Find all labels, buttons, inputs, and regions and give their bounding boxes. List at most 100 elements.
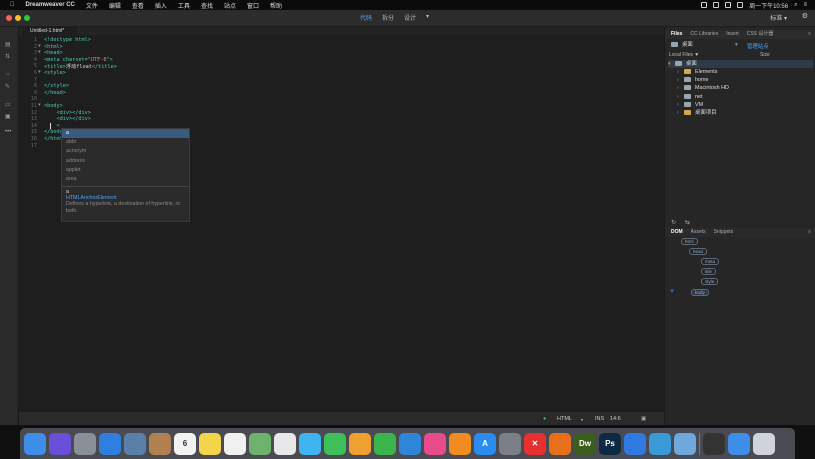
dock-app-store-icon[interactable]: A (474, 432, 496, 455)
dock-keynote-icon[interactable] (399, 432, 421, 455)
expand-all-icon[interactable]: ↔ (5, 71, 11, 77)
clock[interactable]: 周一下午10:56 (749, 1, 788, 10)
menu-item[interactable]: 帮助 (270, 1, 282, 10)
view-split-tab[interactable]: 拆分 (382, 13, 394, 22)
input-method-icon[interactable] (737, 2, 744, 8)
file-item[interactable]: › net (677, 93, 703, 101)
dock-system-preferences-icon[interactable] (499, 432, 521, 455)
document-type[interactable]: HTML (557, 416, 572, 422)
panel-tab[interactable]: CC Libraries (690, 30, 718, 39)
wrap-tag-icon[interactable]: ▣ (5, 113, 11, 120)
connect-icon[interactable]: ⇆ (685, 219, 690, 226)
panel-tab[interactable]: CSS 设计器 (747, 30, 774, 39)
menu-item[interactable]: 编辑 (109, 1, 121, 10)
dock-messages-icon[interactable] (299, 432, 321, 455)
panel-tab[interactable]: DOM (671, 228, 683, 237)
window-size-icon[interactable]: ▣ (641, 416, 646, 422)
chevron-right-icon[interactable]: › (677, 101, 684, 109)
dock-terminal-folder-icon[interactable] (703, 432, 725, 455)
status-icon[interactable] (701, 2, 708, 8)
lint-ok-icon[interactable]: ● (543, 416, 546, 422)
dock-photos-icon[interactable] (274, 432, 296, 455)
dom-node[interactable]: style (701, 278, 719, 285)
gear-icon[interactable]: ⚙ (802, 12, 808, 20)
dock-safari-icon[interactable] (99, 432, 121, 455)
more-icon[interactable]: ••• (5, 129, 11, 135)
menu-item[interactable]: 插入 (155, 1, 167, 10)
dom-node[interactable]: html (681, 238, 698, 245)
dock-trash-icon[interactable] (753, 432, 775, 455)
dock-notes-book-icon[interactable] (149, 432, 171, 455)
dom-node[interactable]: body (691, 289, 709, 296)
dock-maps-icon[interactable] (249, 432, 271, 455)
apply-comment-icon[interactable]: ▭ (5, 101, 11, 108)
dock-numbers-icon[interactable] (374, 432, 396, 455)
fold-arrow-icon[interactable]: ▼ (38, 103, 41, 108)
dock-siri-icon[interactable] (49, 432, 71, 455)
file-item[interactable]: › Elements (677, 68, 717, 76)
chevron-right-icon[interactable]: › (677, 93, 684, 101)
workspace-switcher[interactable]: 标准 ▾ (770, 13, 787, 22)
maximize-window-button[interactable] (24, 15, 30, 21)
dock-launchpad-icon[interactable] (74, 432, 96, 455)
dock-pages-icon[interactable] (349, 432, 371, 455)
dock-finder-icon[interactable] (24, 432, 46, 455)
dock-ibooks-icon[interactable] (449, 432, 471, 455)
hint-item[interactable]: acronym (62, 147, 189, 156)
view-design-tab[interactable]: 设计 (404, 13, 416, 22)
dock-preview-icon[interactable] (124, 432, 146, 455)
panel-tab[interactable]: Files (671, 30, 682, 39)
refresh-icon[interactable]: ↻ (671, 219, 676, 226)
menu-item[interactable]: 窗口 (247, 1, 259, 10)
chevron-right-icon[interactable]: › (677, 109, 684, 117)
panel-menu-icon[interactable]: ≡ (808, 229, 811, 235)
close-window-button[interactable] (6, 15, 12, 21)
fold-arrow-icon[interactable]: ▼ (38, 70, 41, 75)
size-column[interactable]: Size (760, 51, 770, 59)
dock-downloads-icon[interactable] (728, 432, 750, 455)
notification-icon[interactable]: ≡ (803, 2, 807, 8)
chevron-down-icon[interactable]: ▾ (581, 417, 583, 422)
insert-mode[interactable]: INS (595, 416, 604, 422)
manage-sites-link[interactable]: 管理站点 (747, 43, 769, 51)
file-item[interactable]: › home (677, 76, 709, 84)
dock-notes-icon[interactable] (199, 432, 221, 455)
chevron-right-icon[interactable]: › (677, 84, 684, 92)
hint-item[interactable]: address (62, 157, 189, 166)
menu-item[interactable]: 工具 (178, 1, 190, 10)
dock-firefox-icon[interactable] (549, 432, 571, 455)
dock-calendar-icon[interactable]: 6 (174, 432, 196, 455)
dom-node[interactable]: title (701, 268, 717, 275)
file-item[interactable]: › 桌面项目 (677, 109, 717, 117)
panel-tab[interactable]: Assets (691, 228, 706, 237)
dock-xmind-icon[interactable]: ✕ (524, 432, 546, 455)
chevron-right-icon[interactable]: › (677, 68, 684, 76)
menu-item[interactable]: 站点 (224, 1, 236, 10)
add-element-icon[interactable]: + (670, 288, 674, 295)
fold-arrow-icon[interactable]: ▼ (38, 50, 41, 55)
menu-item[interactable]: 查看 (132, 1, 144, 10)
hint-item[interactable]: a (62, 129, 189, 139)
search-icon[interactable]: ⌕ (794, 2, 797, 9)
apple-icon[interactable]:  (10, 2, 15, 8)
dom-node[interactable]: meta (701, 258, 720, 265)
panel-tab[interactable]: Insert (726, 30, 739, 39)
dock-photoshop-icon[interactable]: Ps (599, 432, 621, 455)
menu-item[interactable]: 文件 (86, 1, 98, 10)
menu-item[interactable]: 查找 (201, 1, 213, 10)
dock-dreamweaver-icon[interactable]: Dw (574, 432, 596, 455)
dom-node[interactable]: head (689, 248, 708, 255)
hint-item[interactable]: abbr (62, 138, 189, 147)
view-code-tab[interactable]: 代码 (360, 13, 372, 22)
battery-icon[interactable] (725, 2, 732, 8)
file-management-icon[interactable]: ⇅ (5, 53, 10, 60)
chevron-down-icon[interactable]: ▾ (426, 13, 429, 22)
location-dropdown[interactable]: 桌面 (671, 41, 693, 49)
hint-item[interactable]: area (62, 175, 189, 184)
hint-item[interactable]: applet (62, 166, 189, 175)
dock-reminders-icon[interactable] (224, 432, 246, 455)
document-tab[interactable]: Untitled-1.html* (22, 27, 77, 35)
app-name[interactable]: Dreamweaver CC (26, 2, 75, 8)
panel-tab[interactable]: Snippets (714, 228, 733, 237)
local-files-column[interactable]: Local Files ▼ (669, 51, 699, 59)
